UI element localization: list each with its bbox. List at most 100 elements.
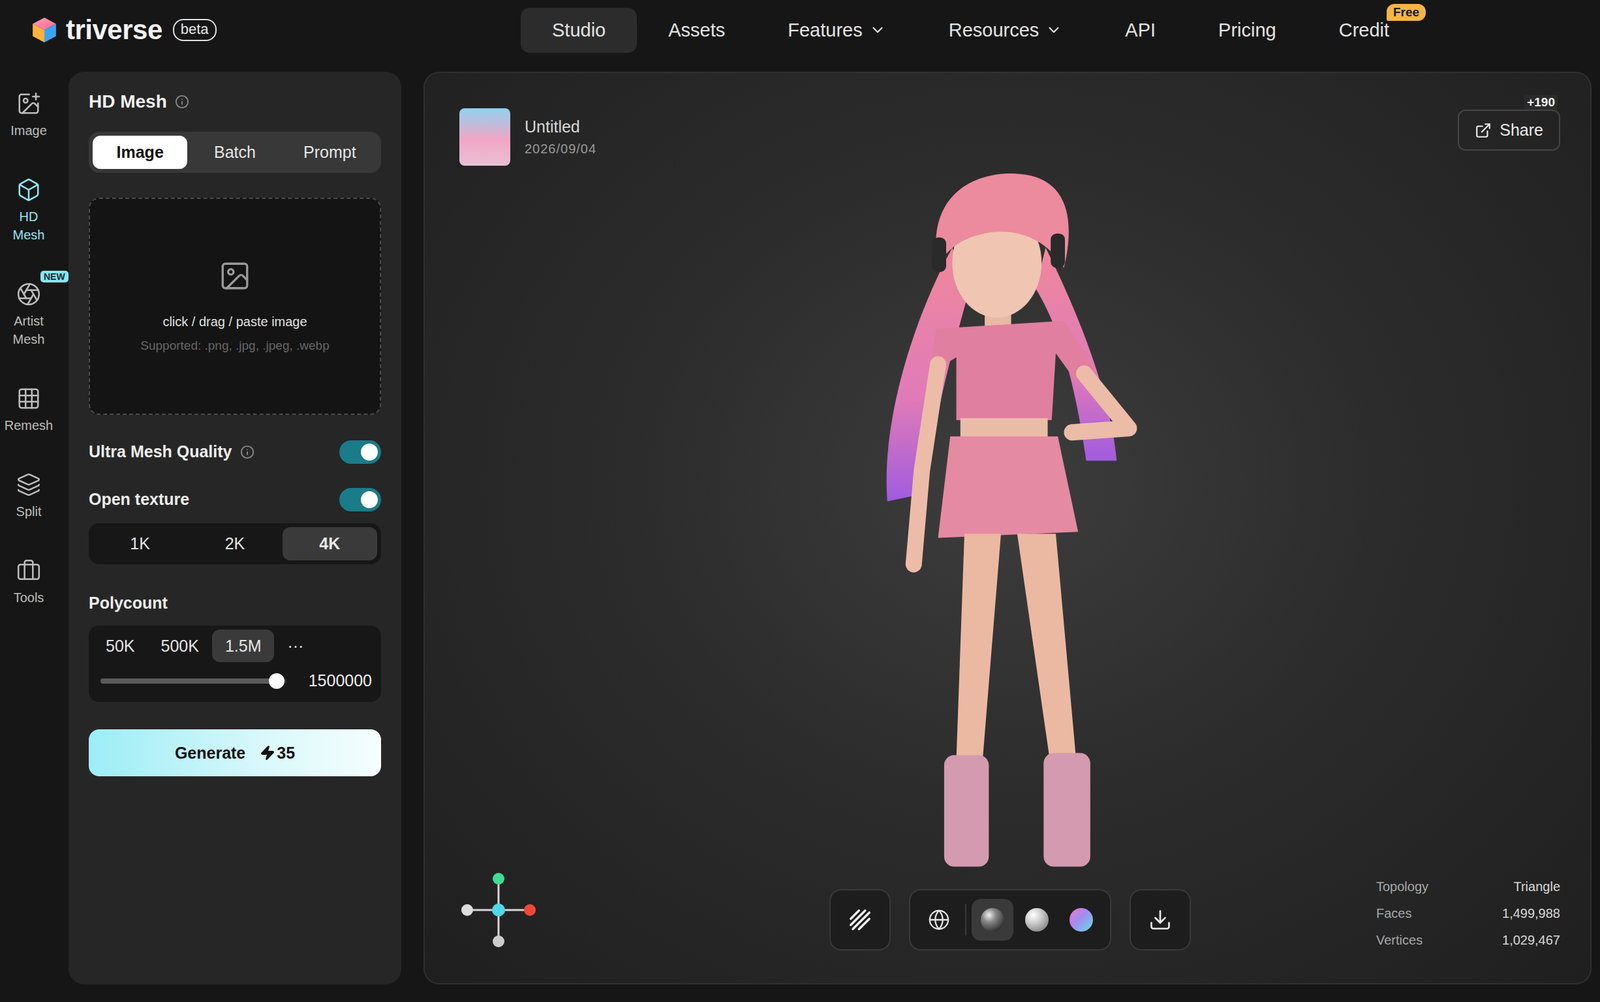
wireframe-icon [847,907,873,933]
rail-item[interactable]: Image [0,91,58,140]
brand-name[interactable]: triverse [65,14,163,46]
rail-item[interactable]: Artist MeshNEW [0,281,58,349]
download-icon [1148,908,1172,932]
beta-badge: beta [172,18,217,42]
switch-knob [360,443,378,461]
model-thumbnail[interactable] [459,108,511,166]
model-render[interactable] [873,166,1148,872]
view-toolbar [829,889,1191,951]
resolution-option[interactable]: 1K [92,527,188,561]
sphere-icon [1069,908,1093,932]
model-viewer: Untitled2026/09/04Share+190TopologyTrian… [423,71,1592,985]
render-mode-button[interactable] [971,899,1014,941]
nav-menu: StudioAssetsFeaturesResourcesAPIPricingC… [520,7,1421,53]
polycount-preset[interactable]: 50K [92,629,148,663]
rail-label: Image [10,121,47,140]
polycount-value[interactable]: 1500000 [308,671,372,691]
rail-label: Tools [13,588,45,607]
polycount-preset[interactable]: 500K [147,629,212,663]
rail-tool-icon [16,177,42,203]
viewport[interactable] [459,165,1561,872]
toggle-row: Open texture [88,475,382,524]
model-title[interactable]: Untitled [524,117,1444,137]
viewer-header: Untitled2026/09/04 Share+190 [459,108,1561,166]
resolution-option[interactable]: 4K [282,527,378,561]
share-icon [1474,122,1492,139]
rail-tool-icon [16,386,42,412]
sphere-icon [1025,908,1049,932]
axis-gizmo-icon[interactable] [459,871,538,950]
stat-value: 1,499,988 [1465,906,1561,922]
rail-tool-icon [16,281,42,307]
share-badge: +190 [1524,95,1558,110]
mode-tab[interactable]: Batch [187,135,282,170]
app: triverse beta StudioAssetsFeaturesResource… [0,0,1600,1002]
polycount-slider[interactable] [100,678,287,684]
wireframe-button[interactable] [829,889,891,951]
rail-tool-icon [16,472,42,498]
credit-cost: 35 [259,743,295,763]
toggle-label: Ultra Mesh Quality [88,442,255,462]
polycount-preset[interactable]: ··· [274,629,317,663]
stat-label: Vertices [1376,933,1466,949]
mode-tab[interactable]: Image [92,135,188,170]
stat-value: 1,029,467 [1465,933,1561,949]
bolt-icon [259,745,276,761]
stat-value: Triangle [1465,879,1561,895]
rail-tool-icon [16,91,42,117]
nav-item[interactable]: API [1093,7,1187,53]
nav-item[interactable]: Studio [520,7,637,53]
render-mode-button[interactable] [1015,899,1058,941]
toggle-switch[interactable] [339,440,382,464]
toggle-row: Ultra Mesh Quality [88,428,382,476]
nav-item[interactable]: Pricing [1186,7,1308,53]
rail-label: Remesh [4,416,53,435]
preset-row: 50K500K1.5M··· [92,629,372,663]
new-badge: NEW [40,270,69,283]
globe-icon [927,908,951,932]
info-icon[interactable] [240,445,255,460]
logo-icon[interactable] [30,16,59,44]
panel-title: HD Mesh [88,91,168,113]
upload-dropzone[interactable]: click / drag / paste image Supported: .pn… [88,197,382,416]
render-mode-group [908,889,1112,951]
free-badge: Free [1386,3,1426,21]
polycount-preset[interactable]: 1.5M [212,629,275,663]
polycount-box: 50K500K1.5M··· 1500000 [88,625,382,703]
nav-item[interactable]: CreditFree [1307,7,1421,53]
nav-item[interactable]: Resources [917,7,1095,53]
download-button[interactable] [1129,889,1191,951]
slider-row: 1500000 [92,671,372,691]
top-nav: triverse beta StudioAssetsFeaturesResource… [0,0,1600,61]
render-mode-button[interactable] [1060,899,1103,941]
rail-item[interactable]: Tools [0,558,58,607]
brand[interactable]: triverse beta [0,14,521,46]
rail-item[interactable]: Remesh [0,386,58,435]
slider-thumb[interactable] [268,673,285,690]
model-info: Untitled2026/09/04 [524,117,1444,157]
mesh-stats: TopologyTriangleFaces1,499,988Vertices1,… [1376,879,1561,949]
mode-tabs: ImageBatchPrompt [88,131,382,173]
nav-item[interactable]: Features [756,7,917,53]
rail-item[interactable]: HD Mesh [0,177,58,245]
resolution-option[interactable]: 2K [187,527,282,561]
divider [965,904,967,936]
stat-label: Faces [1376,906,1466,922]
share-button[interactable]: Share+190 [1457,109,1561,151]
chevron-down-icon [869,21,887,39]
image-icon [218,259,252,293]
upload-hint: click / drag / paste image [162,314,307,330]
chevron-down-icon [1045,21,1063,39]
toggle-switch[interactable] [339,488,382,512]
generate-button[interactable]: Generate35 [88,729,382,777]
polycount-label: Polycount [88,593,382,613]
panel-header: HD Mesh [88,91,382,113]
info-icon[interactable] [174,94,190,109]
render-mode-button[interactable] [918,899,960,941]
mode-tab[interactable]: Prompt [282,135,378,170]
workspace: Image HD Mesh Artist MeshNEW Remesh Split Too… [0,60,1600,1002]
rail-item[interactable]: Split [0,472,58,521]
nav-item[interactable]: Assets [636,7,757,53]
upload-formats: Supported: .png, .jpg, .jpeg, .webp [140,338,329,354]
slider-fill [100,678,277,684]
